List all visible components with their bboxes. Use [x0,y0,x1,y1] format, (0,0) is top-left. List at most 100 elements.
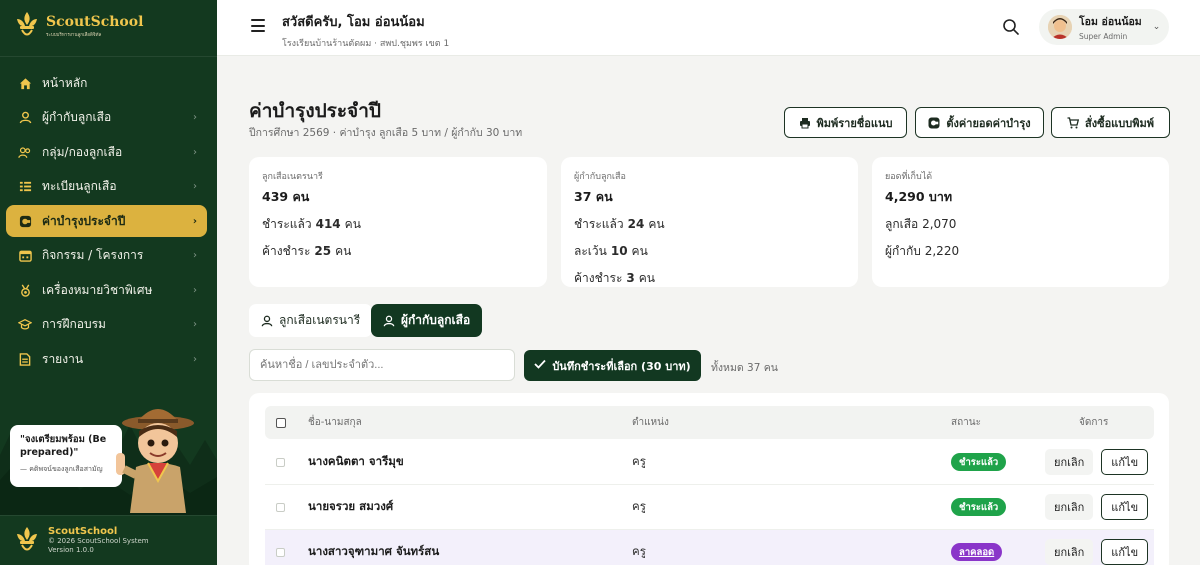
card-total: 439 คน [262,189,310,204]
summary-card-scouts: ลูกเสือเนตรนารี 439 คน ชำระแล้ว 414 คน ค้า… [249,157,547,287]
record-payment-label: บันทึกชำระที่เลือก (30 บาท) [552,359,691,373]
status-badge: ลาคลอด [951,543,1003,561]
search-input[interactable] [249,349,515,381]
motto-section: "จงเตรียมพร้อม (Be prepared)" — คติพจน์ข… [0,395,217,515]
row-name: นางคนิตตา จารีมุข [308,454,404,468]
motto-source: — คติพจน์ของลูกเสือสามัญ [20,465,103,473]
table-header: ชื่อ-นามสกุล ตำแหน่ง สถานะ จัดการ [265,406,1154,439]
row-position: ครู [632,499,646,513]
calendar-icon [18,249,32,263]
footer-brand-name: ScoutSchool [48,526,118,537]
user-name: โอม อ่อนน้อม [1079,16,1142,28]
summary-card-collected: ยอดที่เก็บได้ 4,290 บาท ลูกเสือ 2,070 ผู… [872,157,1169,287]
sidebar-item-label: การฝึกอบรม [42,317,106,331]
row-checkbox[interactable] [276,457,285,467]
row-position: ครู [632,544,646,558]
tab-scouts[interactable]: ลูกเสือเนตรนารี [249,304,373,337]
brand-name: ScoutSchool [46,13,144,30]
header-status: สถานะ [951,417,981,428]
select-all-checkbox-cell [276,406,286,439]
greeting: สวัสดีครับ, โอม อ่อนน้อม โรงเรียนบ้านร้า… [282,11,449,50]
greeting-title: สวัสดีครับ, โอม อ่อนน้อม [282,15,425,30]
edit-button[interactable]: แก้ไข [1101,494,1149,520]
card-stat-exempt: ละเว้น 10 คน [574,244,648,258]
chevron-right-icon: › [192,215,197,227]
cancel-payment-button[interactable]: ยกเลิก [1045,449,1094,475]
sidebar-item-label: ผู้กำกับลูกเสือ [42,110,112,124]
chevron-right-icon: › [193,250,197,261]
chevron-right-icon: › [193,181,197,192]
sidebar-item-groups[interactable]: กลุ่ม/กองลูกเสือ › [6,136,207,168]
set-fee-button[interactable]: ตั้งค่ายอดค่าบำรุง [915,107,1044,138]
sidebar-item-training[interactable]: การฝึกอบรม › [6,309,207,341]
tab-label: ลูกเสือเนตรนารี [279,313,361,327]
list-icon [18,180,32,194]
printer-icon [799,117,811,129]
sidebar-item-label: ค่าบำรุงประจำปี [42,213,126,228]
sidebar-item-reports[interactable]: รายงาน › [6,343,207,375]
sidebar-item-registry[interactable]: ทะเบียนลูกเสือ › [6,171,207,203]
home-icon [18,76,32,90]
chevron-right-icon: › [193,112,197,123]
row-name: นายจรวย สมวงศ์ [308,499,394,513]
sidebar-item-label: หน้าหลัก [42,75,88,90]
chevron-right-icon: › [193,284,197,296]
sidebar-item-annual-fee[interactable]: ค่าบำรุงประจำปี › [6,205,207,237]
chevron-right-icon: › [193,319,197,330]
chevron-right-icon: › [193,353,197,365]
order-form-button[interactable]: สั่งซื้อแบบพิมพ์ [1051,107,1170,138]
card-label: ยอดที่เก็บได้ [885,172,933,182]
table-row: นายจรวย สมวงศ์ ครู ชำระแล้ว ยกเลิก แก้ไข [265,485,1154,530]
footer-version: Version 1.0.0 [48,546,94,554]
sidebar: ScoutSchool ระบบบริหารงานลูกเสือดิจิทัล … [0,0,217,565]
sidebar-item-label: ทะเบียนลูกเสือ [42,179,117,193]
search-icon[interactable] [1002,18,1020,36]
user-icon [261,315,273,326]
motto-text: "จงเตรียมพร้อม (Be prepared)" [20,434,107,458]
row-checkbox[interactable] [276,502,285,512]
sidebar-item-activities[interactable]: กิจกรรม / โครงการ › [6,240,207,272]
edit-button[interactable]: แก้ไข [1101,539,1149,565]
card-total: 4,290 บาท [885,189,953,204]
summary-card-scoutmasters: ผู้กำกับลูกเสือ 37 คน ชำระแล้ว 24 คน ละเว้… [561,157,858,287]
cart-icon [1067,116,1080,129]
card-label: ลูกเสือเนตรนารี [262,172,323,182]
sidebar-item-label: กลุ่ม/กองลูกเสือ [42,144,123,159]
page-title: ค่าบำรุงประจำปี [249,100,381,122]
cancel-payment-button[interactable]: ยกเลิก [1045,494,1094,520]
menu-toggle-icon[interactable] [251,19,265,33]
card-stat-paid: ชำระแล้ว 24 คน [574,217,665,231]
motto-bubble: "จงเตรียมพร้อม (Be prepared)" — คติพจน์ข… [10,425,122,487]
print-list-label: พิมพ์รายชื่อแนบ [816,116,893,130]
print-list-button[interactable]: พิมพ์รายชื่อแนบ [784,107,907,138]
page-subtitle: ปีการศึกษา 2569 · ค่าบำรุง ลูกเสือ 5 บาท… [249,127,523,139]
card-label: ผู้กำกับลูกเสือ [574,172,626,182]
coins-icon [928,117,940,129]
sidebar-item-badges[interactable]: เครื่องหมายวิชาพิเศษ › [6,274,207,306]
tab-scoutmasters[interactable]: ผู้กำกับลูกเสือ [371,304,483,337]
sidebar-item-home[interactable]: หน้าหลัก [6,67,207,99]
report-icon [18,352,32,366]
set-fee-label: ตั้งค่ายอดค่าบำรุง [946,116,1031,130]
scoutmaster-table: ชื่อ-นามสกุล ตำแหน่ง สถานะ จัดการ นางคนิ… [249,393,1169,565]
cancel-payment-button[interactable]: ยกเลิก [1045,539,1094,565]
record-payment-button[interactable]: บันทึกชำระที่เลือก (30 บาท) [524,350,701,381]
user-icon [383,315,395,326]
medal-icon [18,283,32,297]
sidebar-item-scoutmasters[interactable]: ผู้กำกับลูกเสือ › [6,102,207,134]
user-role: Super Admin [1079,32,1128,41]
select-all-checkbox[interactable] [276,417,286,428]
sidebar-item-label: เครื่องหมายวิชาพิเศษ [42,282,153,297]
card-stat-scouts: ลูกเสือ 2,070 [885,217,957,231]
user-menu[interactable]: โอม อ่อนน้อม Super Admin ⌄ [1039,9,1169,45]
avatar [1048,15,1072,39]
brand[interactable]: ScoutSchool ระบบบริหารงานลูกเสือดิจิทัล [14,8,143,44]
header-position: ตำแหน่ง [632,417,669,428]
edit-button[interactable]: แก้ไข [1101,449,1149,475]
row-checkbox[interactable] [276,547,285,557]
sidebar-nav: หน้าหลัก ผู้กำกับลูกเสือ › กลุ่ม/กองลูกเ… [6,67,207,378]
chevron-down-icon: ⌄ [1152,22,1161,32]
row-name: นางสาวจุฑามาศ จันทร์สน [308,544,440,558]
card-stat-unpaid: ค้างชำระ 3 คน [574,271,655,285]
table-row: นางสาวจุฑามาศ จันทร์สน ครู ลาคลอด ยกเลิก… [265,530,1154,565]
